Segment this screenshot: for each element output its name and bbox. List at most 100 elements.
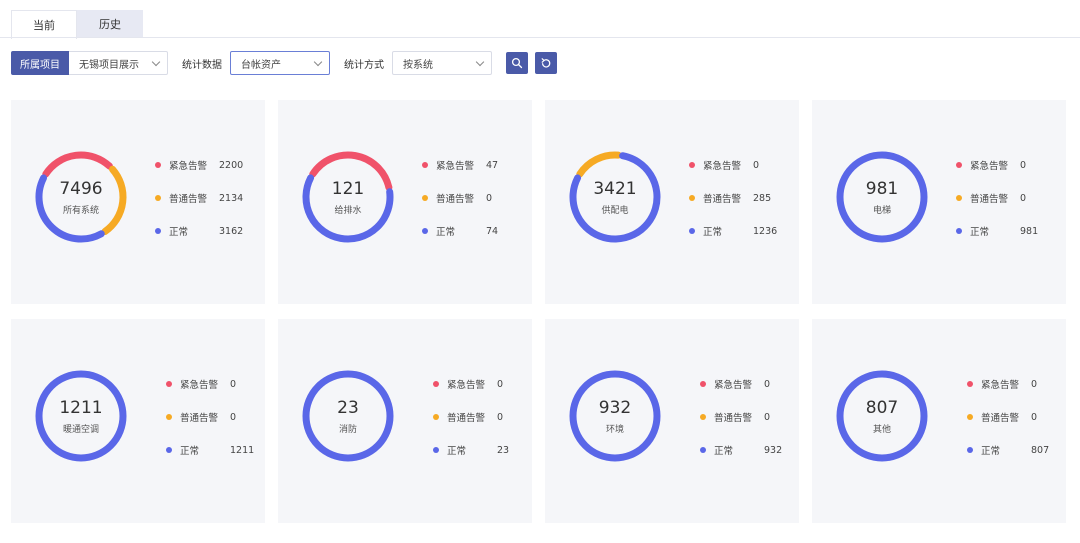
donut-center: 121 给排水 (298, 147, 398, 247)
legend-value: 0 (1020, 192, 1027, 204)
category-label: 所有系统 (62, 205, 99, 216)
legend-label: 紧急告警 (981, 380, 1020, 391)
stat-card[interactable]: 3421 供配电 紧急告警 0 普通告警 285 正常 1236 (545, 100, 799, 304)
legend-value: 3162 (219, 225, 244, 237)
donut-center: 932 环境 (565, 366, 665, 466)
reset-button[interactable] (535, 52, 557, 74)
chevron-down-icon (475, 57, 485, 66)
legend-label: 普通告警 (447, 413, 486, 424)
tab-divider (0, 37, 1080, 38)
legend-value: 0 (497, 411, 504, 423)
filter-bar: 所属项目 无锡项目展示 统计数据 台帐资产 统计方式 按系统 (11, 51, 557, 75)
legend-dot-normal-alarm (689, 195, 695, 201)
legend-dot-urgent (155, 162, 161, 168)
stat-card[interactable]: 7496 所有系统 紧急告警 2200 普通告警 2134 正常 3162 (11, 100, 265, 304)
donut-center: 3421 供配电 (565, 147, 665, 247)
data-select-value: 台帐资产 (241, 59, 281, 71)
legend-urgent: 紧急告警 0 (689, 158, 759, 172)
category-label: 其他 (872, 424, 891, 435)
method-select[interactable]: 按系统 (392, 51, 492, 75)
total-count: 981 (865, 178, 899, 199)
total-count: 23 (337, 397, 359, 418)
legend-urgent: 紧急告警 0 (967, 377, 1037, 391)
legend-value: 0 (1031, 378, 1038, 390)
legend-label: 紧急告警 (447, 380, 486, 391)
legend-value: 0 (764, 411, 771, 423)
legend-dot-urgent (967, 381, 973, 387)
category-label: 供配电 (601, 205, 629, 216)
data-select[interactable]: 台帐资产 (230, 51, 330, 75)
legend-normal-alarm: 普通告警 0 (700, 410, 770, 424)
method-label: 统计方式 (344, 59, 384, 71)
legend-label: 紧急告警 (714, 380, 753, 391)
total-count: 1211 (59, 397, 103, 418)
legend-dot-urgent (689, 162, 695, 168)
legend-dot-ok (967, 447, 973, 453)
project-select[interactable]: 无锡项目展示 (69, 51, 168, 75)
donut-center: 981 电梯 (832, 147, 932, 247)
category-label: 环境 (605, 424, 624, 435)
category-label: 给排水 (334, 205, 362, 216)
stat-card[interactable]: 1211 暖通空调 紧急告警 0 普通告警 0 正常 1211 (11, 319, 265, 523)
total-count: 121 (331, 178, 365, 199)
tab-current[interactable]: 当前 (11, 10, 77, 39)
legend-dot-normal-alarm (700, 414, 706, 420)
project-select-value: 无锡项目展示 (79, 59, 139, 71)
stat-card[interactable]: 121 给排水 紧急告警 47 普通告警 0 正常 74 (278, 100, 532, 304)
legend-dot-normal-alarm (967, 414, 973, 420)
chevron-down-icon (313, 57, 323, 66)
legend-dot-ok (422, 228, 428, 234)
tab-bar: 当前 历史 (11, 10, 143, 39)
project-label: 所属项目 (11, 51, 69, 75)
legend-label: 普通告警 (970, 194, 1009, 205)
donut-center: 1211 暖通空调 (31, 366, 131, 466)
legend-label: 正常 (981, 446, 1001, 457)
legend-value: 0 (486, 192, 493, 204)
legend-value: 0 (1020, 159, 1027, 171)
legend-dot-urgent (700, 381, 706, 387)
legend-value: 1236 (753, 225, 778, 237)
legend-label: 正常 (447, 446, 467, 457)
legend-normal-alarm: 普通告警 0 (166, 410, 236, 424)
legend-dot-urgent (422, 162, 428, 168)
legend-label: 普通告警 (436, 194, 475, 205)
total-count: 807 (865, 397, 899, 418)
legend-dot-urgent (433, 381, 439, 387)
legend-value: 0 (497, 378, 504, 390)
legend-label: 正常 (180, 446, 200, 457)
tab-history[interactable]: 历史 (77, 10, 143, 38)
legend-dot-normal-alarm (422, 195, 428, 201)
chevron-down-icon (151, 57, 161, 66)
legend-normal-alarm: 普通告警 285 (689, 191, 771, 205)
legend-label: 正常 (970, 227, 990, 238)
legend-label: 普通告警 (180, 413, 219, 424)
legend-normal-alarm: 普通告警 0 (956, 191, 1026, 205)
legend-dot-ok (689, 228, 695, 234)
legend-dot-ok (433, 447, 439, 453)
legend-label: 正常 (714, 446, 734, 457)
legend-label: 普通告警 (169, 194, 208, 205)
legend-normal-alarm: 普通告警 2134 (155, 191, 243, 205)
legend-urgent: 紧急告警 0 (433, 377, 503, 391)
legend-value: 0 (230, 378, 237, 390)
legend-value: 0 (753, 159, 760, 171)
legend-label: 紧急告警 (436, 161, 475, 172)
stat-card[interactable]: 807 其他 紧急告警 0 普通告警 0 正常 807 (812, 319, 1066, 523)
legend-urgent: 紧急告警 0 (166, 377, 236, 391)
stat-card[interactable]: 23 消防 紧急告警 0 普通告警 0 正常 23 (278, 319, 532, 523)
legend-value: 981 (1020, 225, 1039, 237)
stat-card[interactable]: 981 电梯 紧急告警 0 普通告警 0 正常 981 (812, 100, 1066, 304)
legend-label: 正常 (169, 227, 189, 238)
search-button[interactable] (506, 52, 528, 74)
legend-ok: 正常 1236 (689, 224, 777, 238)
legend-value: 0 (1031, 411, 1038, 423)
legend-ok: 正常 74 (422, 224, 498, 238)
legend-value: 285 (753, 192, 772, 204)
stat-card[interactable]: 932 环境 紧急告警 0 普通告警 0 正常 932 (545, 319, 799, 523)
legend-urgent: 紧急告警 0 (700, 377, 770, 391)
legend-normal-alarm: 普通告警 0 (967, 410, 1037, 424)
method-select-value: 按系统 (403, 59, 433, 71)
data-label: 统计数据 (182, 59, 222, 71)
legend-label: 正常 (703, 227, 723, 238)
legend-ok: 正常 1211 (166, 443, 254, 457)
